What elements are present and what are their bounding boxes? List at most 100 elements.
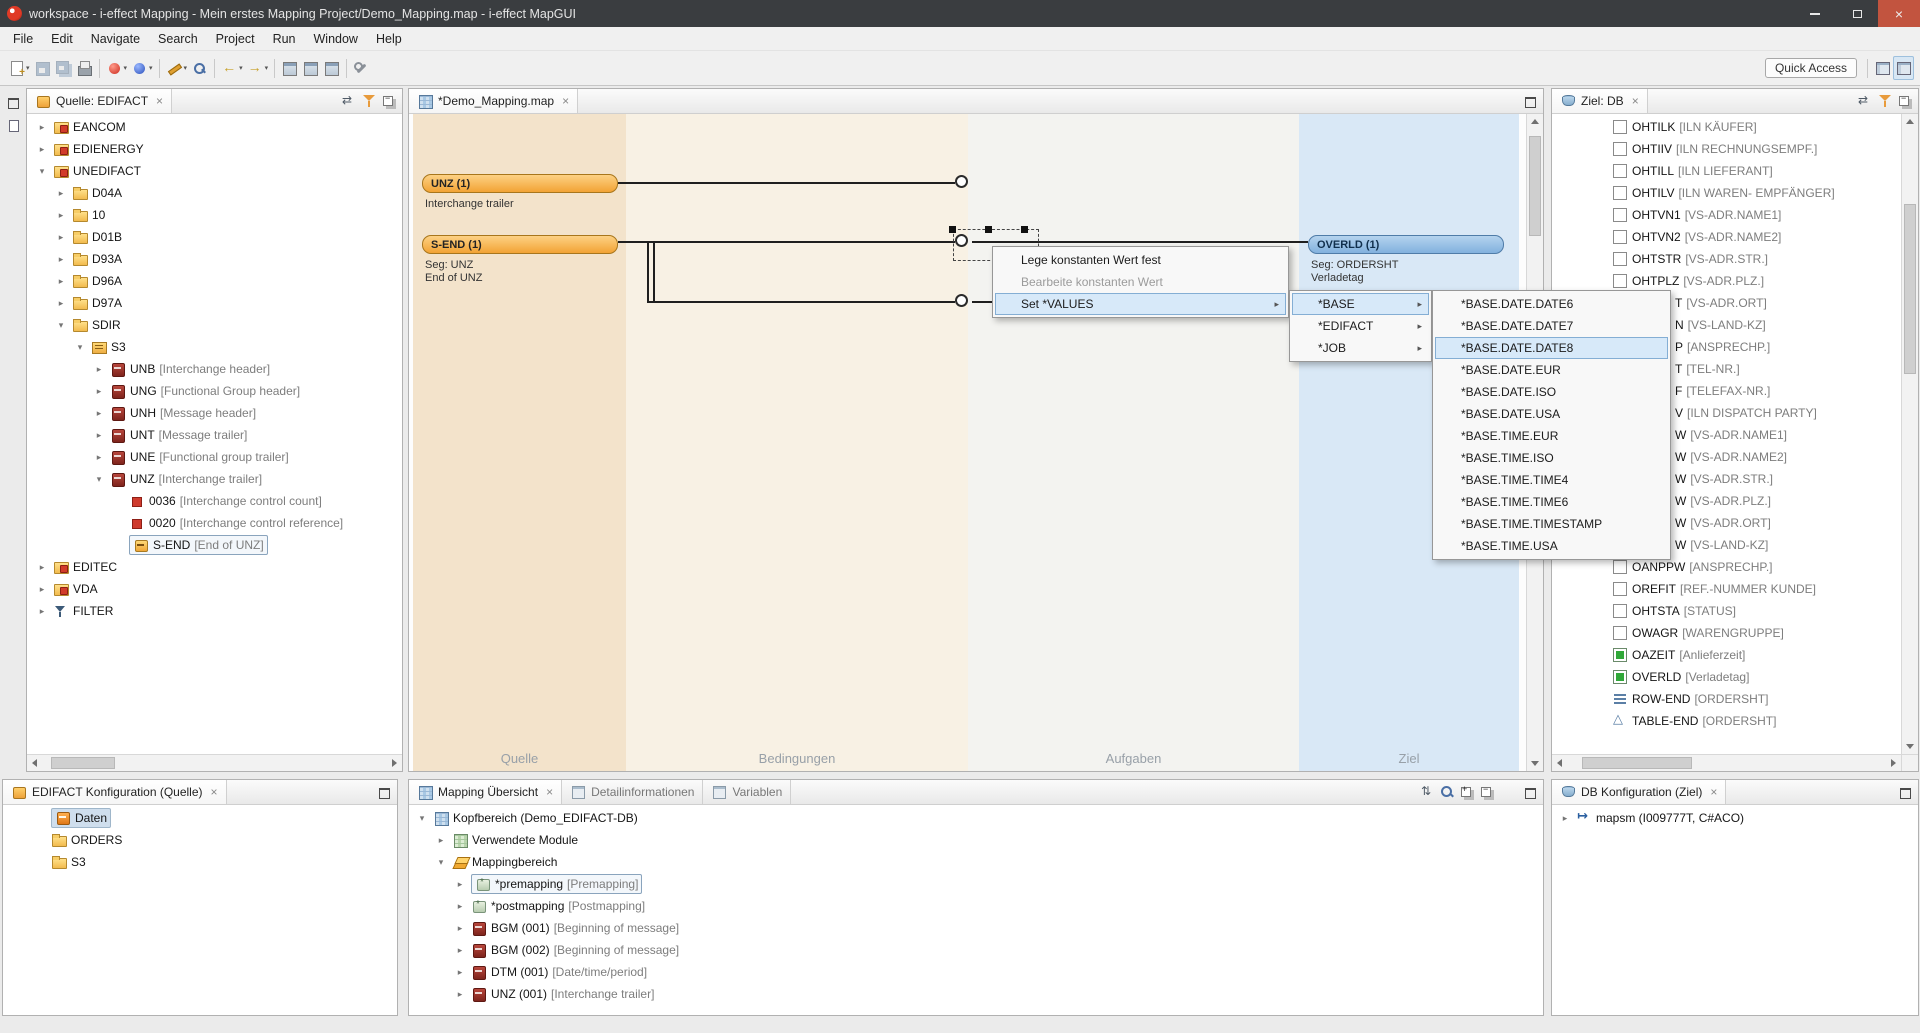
expander-collapsed-icon[interactable]: ▸ bbox=[92, 386, 106, 397]
expander-collapsed-icon[interactable]: ▸ bbox=[54, 298, 68, 309]
search-icon[interactable] bbox=[1437, 783, 1457, 802]
overview-tree-row[interactable]: ▸UNZ (001)[Interchange trailer] bbox=[409, 983, 1543, 1005]
target-tree-row[interactable]: OHTIIV[ILN RECHNUNGSEMPF.] bbox=[1552, 138, 1901, 160]
new-wizard-icon[interactable]: ▾ bbox=[6, 56, 32, 80]
mapping-canvas[interactable]: UNZ (1) Interchange trailer S-END (1) Se… bbox=[409, 114, 1526, 771]
tab-ziel-db[interactable]: Ziel: DB × bbox=[1552, 89, 1648, 113]
horizontal-scrollbar[interactable] bbox=[27, 754, 402, 771]
tab-detailinformationen[interactable]: Detailinformationen bbox=[562, 780, 703, 804]
expander-collapsed-icon[interactable]: ▸ bbox=[35, 606, 49, 617]
forward-icon[interactable]: ▾ bbox=[245, 56, 271, 80]
tab-mapping-übersicht[interactable]: Mapping Übersicht× bbox=[409, 780, 562, 804]
connection-line[interactable] bbox=[647, 301, 955, 303]
config-list-row[interactable]: S3 bbox=[3, 851, 397, 873]
close-tab-icon[interactable]: × bbox=[211, 785, 218, 799]
overview-tree-row[interactable]: ▸*premapping[Premapping] bbox=[409, 873, 1543, 895]
close-tab-icon[interactable]: × bbox=[1710, 785, 1717, 799]
target-tree-row[interactable]: OHTVN1[VS-ADR.NAME1] bbox=[1552, 204, 1901, 226]
menu-item[interactable]: *BASE.DATE.USA bbox=[1435, 403, 1668, 425]
scroll-down-icon[interactable] bbox=[1527, 754, 1544, 771]
close-tab-icon[interactable]: × bbox=[1632, 94, 1639, 108]
expander-collapsed-icon[interactable]: ▸ bbox=[1558, 813, 1572, 824]
connection-line[interactable] bbox=[618, 241, 955, 243]
scroll-up-icon[interactable] bbox=[1527, 114, 1544, 131]
source-tree-row[interactable]: 0020[Interchange control reference] bbox=[27, 512, 402, 534]
menu-run[interactable]: Run bbox=[264, 27, 305, 51]
selection-handle[interactable] bbox=[1021, 226, 1028, 233]
node-send[interactable]: S-END (1) bbox=[422, 235, 618, 254]
scroll-left-icon[interactable] bbox=[27, 755, 44, 772]
titlebar[interactable]: workspace - i-effect Mapping - Mein erst… bbox=[0, 0, 1920, 27]
source-tree-row[interactable]: ▾S3 bbox=[27, 336, 402, 358]
quick-access-button[interactable]: Quick Access bbox=[1765, 58, 1857, 78]
checkbox[interactable] bbox=[1612, 229, 1628, 245]
mapping-perspective-icon[interactable] bbox=[1893, 56, 1914, 80]
minimized-view-icon[interactable] bbox=[3, 115, 23, 134]
report-icon[interactable] bbox=[321, 56, 342, 80]
connection-line[interactable] bbox=[647, 242, 649, 302]
menu-item[interactable]: Bearbeite konstanten Wert bbox=[995, 271, 1286, 293]
tab-quelle-edifact[interactable]: Quelle: EDIFACT × bbox=[27, 89, 172, 113]
source-tree-row[interactable]: 0036[Interchange control count] bbox=[27, 490, 402, 512]
source-tree-row[interactable]: ▸EDITEC bbox=[27, 556, 402, 578]
target-tree-row[interactable]: OHTILK[ILN KÄUFER] bbox=[1552, 116, 1901, 138]
compare-icon[interactable] bbox=[279, 56, 300, 80]
collapse-all-icon[interactable] bbox=[1895, 92, 1915, 111]
expander-collapsed-icon[interactable]: ▸ bbox=[453, 967, 467, 978]
back-icon[interactable]: ▾ bbox=[219, 56, 245, 80]
expander-collapsed-icon[interactable]: ▸ bbox=[54, 254, 68, 265]
maximize-view-button[interactable] bbox=[1520, 92, 1540, 111]
menu-search[interactable]: Search bbox=[149, 27, 207, 51]
minimize-window-button[interactable] bbox=[1794, 0, 1836, 27]
source-tree-row[interactable]: ▸10 bbox=[27, 204, 402, 226]
target-tree-row[interactable]: OAZEIT[Anlieferzeit] bbox=[1552, 644, 1901, 666]
wrench-icon[interactable] bbox=[351, 56, 372, 80]
expander-expanded-icon[interactable]: ▾ bbox=[92, 474, 106, 485]
connection-port[interactable] bbox=[955, 175, 968, 188]
source-tree-row[interactable]: ▸UNB[Interchange header] bbox=[27, 358, 402, 380]
collapse-all-icon[interactable] bbox=[379, 92, 399, 111]
source-tree-row[interactable]: ▸D96A bbox=[27, 270, 402, 292]
scroll-right-icon[interactable] bbox=[1884, 755, 1901, 772]
selection-handle[interactable] bbox=[949, 226, 956, 233]
checkbox[interactable] bbox=[1612, 119, 1628, 135]
menu-item[interactable]: *BASE.TIME.TIME6 bbox=[1435, 491, 1668, 513]
overview-tree-row[interactable]: ▾Kopfbereich (Demo_EDIFACT-DB) bbox=[409, 807, 1543, 829]
overview-tree-row[interactable]: ▸DTM (001)[Date/time/period] bbox=[409, 961, 1543, 983]
overview-tree-row[interactable]: ▸BGM (002)[Beginning of message] bbox=[409, 939, 1543, 961]
expander-collapsed-icon[interactable]: ▸ bbox=[35, 562, 49, 573]
menu-item[interactable]: *BASE.DATE.EUR bbox=[1435, 359, 1668, 381]
expand-all-icon[interactable] bbox=[1457, 783, 1477, 802]
expander-expanded-icon[interactable]: ▾ bbox=[35, 166, 49, 177]
tab-edifact-konfiguration[interactable]: EDIFACT Konfiguration (Quelle) × bbox=[3, 780, 227, 804]
expander-collapsed-icon[interactable]: ▸ bbox=[453, 879, 467, 890]
connection-port[interactable] bbox=[955, 294, 968, 307]
source-tree-row[interactable]: S-END[End of UNZ] bbox=[27, 534, 402, 556]
menu-item[interactable]: *EDIFACT▸ bbox=[1292, 315, 1429, 337]
source-tree-row[interactable]: ▸UNE[Functional group trailer] bbox=[27, 446, 402, 468]
print-icon[interactable] bbox=[74, 56, 95, 80]
target-tree-row[interactable]: OHTSTR[VS-ADR.STR.] bbox=[1552, 248, 1901, 270]
close-tab-icon[interactable]: × bbox=[546, 785, 553, 799]
checkbox[interactable] bbox=[1612, 251, 1628, 267]
selection-handle[interactable] bbox=[985, 226, 992, 233]
expander-collapsed-icon[interactable]: ▸ bbox=[35, 122, 49, 133]
checked-checkbox[interactable] bbox=[1612, 669, 1628, 685]
connection-line[interactable] bbox=[653, 242, 655, 302]
checkbox[interactable] bbox=[1612, 603, 1628, 619]
tab-demo-mapping[interactable]: *Demo_Mapping.map × bbox=[409, 89, 578, 113]
checkbox[interactable] bbox=[1612, 185, 1628, 201]
scrollbar-thumb[interactable] bbox=[1582, 757, 1692, 769]
node-overld[interactable]: OVERLD (1) bbox=[1308, 235, 1504, 254]
checkbox[interactable] bbox=[1612, 625, 1628, 641]
expander-collapsed-icon[interactable]: ▸ bbox=[92, 430, 106, 441]
scrollbar-thumb[interactable] bbox=[51, 757, 115, 769]
external-tools-icon[interactable]: ▾ bbox=[129, 56, 155, 80]
horizontal-scrollbar[interactable] bbox=[1552, 754, 1901, 771]
scrollbar-thumb[interactable] bbox=[1529, 136, 1541, 236]
source-tree-row[interactable]: ▸UNH[Message header] bbox=[27, 402, 402, 424]
connection-line[interactable] bbox=[618, 182, 955, 184]
menu-help[interactable]: Help bbox=[367, 27, 411, 51]
expander-collapsed-icon[interactable]: ▸ bbox=[92, 364, 106, 375]
menu-item[interactable]: *JOB▸ bbox=[1292, 337, 1429, 359]
